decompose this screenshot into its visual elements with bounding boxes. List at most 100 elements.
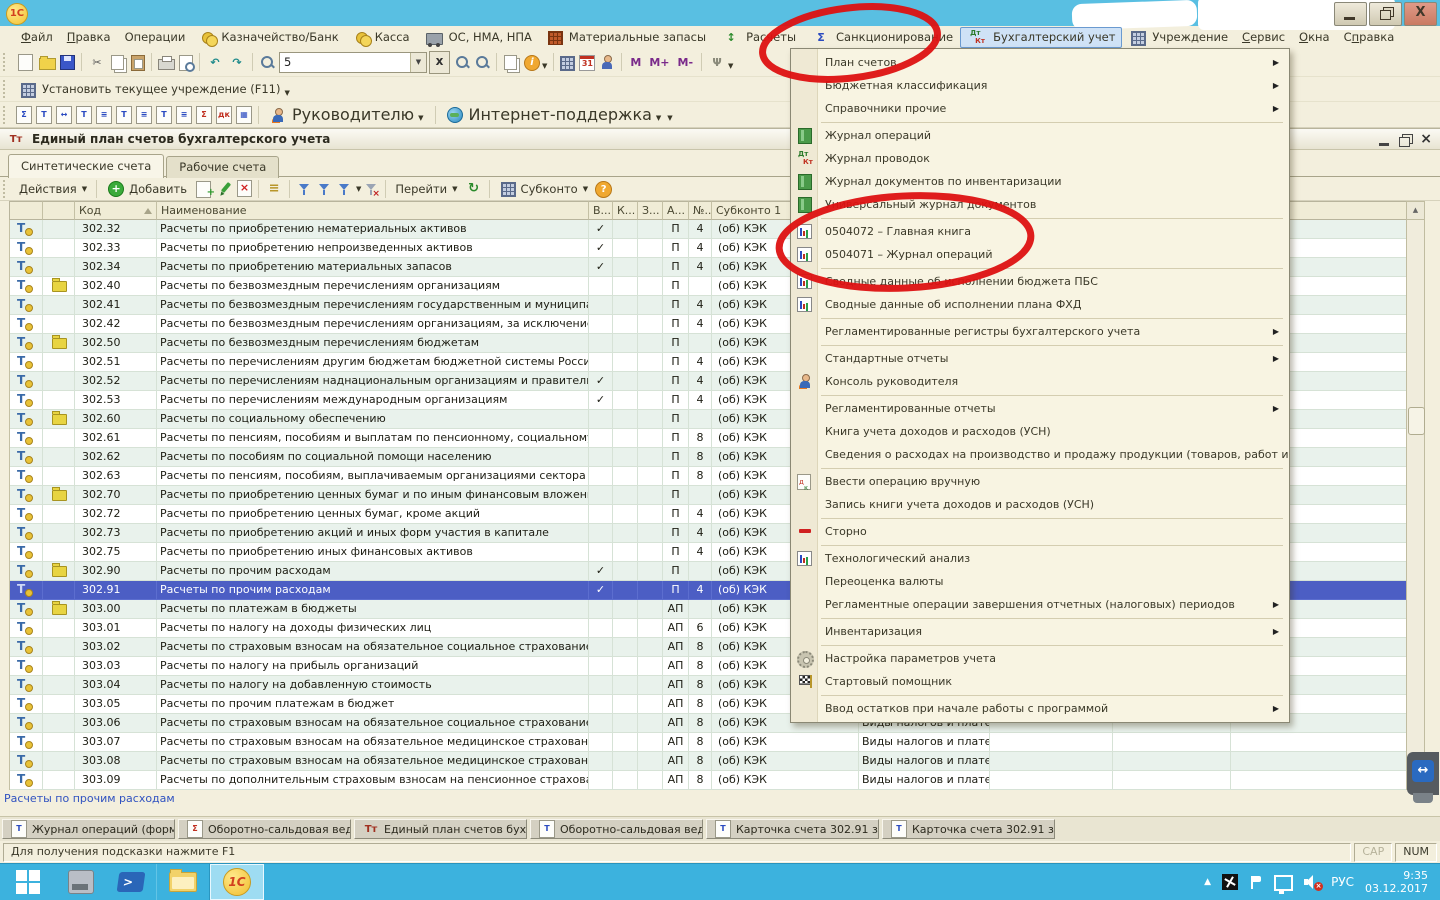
filter-set-icon[interactable] — [296, 181, 312, 197]
add-copy-icon[interactable] — [196, 181, 211, 198]
1c-taskbar-button[interactable]: 1С — [210, 864, 264, 900]
leader-reports-button[interactable]: Руководителю ▼ — [263, 104, 431, 125]
menu-item-универсальный-журнал-документов[interactable]: Универсальный журнал документов — [791, 193, 1289, 216]
window-minimize-icon[interactable] — [1379, 143, 1389, 146]
menu-item-сведения-о-расходах-на-производство-и-пр[interactable]: Сведения о расходах на производство и пр… — [791, 443, 1289, 466]
chevron-down-icon[interactable]: ▼ — [356, 185, 361, 193]
copy-icon[interactable] — [111, 55, 124, 70]
user-icon[interactable] — [599, 54, 615, 70]
vertical-scrollbar[interactable]: ▲ ▼ — [1406, 201, 1425, 790]
menu-санкционирование[interactable]: ΣСанкционирование — [803, 27, 960, 48]
menu-item-справочники-прочие[interactable]: Справочники прочие▶ — [791, 97, 1289, 120]
new-document-icon[interactable] — [18, 54, 33, 71]
report-list-move-icon[interactable]: ≡ — [176, 106, 192, 124]
report-user-list-icon[interactable]: ≡ — [96, 106, 112, 124]
tray-expand-icon[interactable]: ▲ — [1204, 877, 1211, 887]
menu-расчеты[interactable]: ↕Расчеты — [713, 27, 803, 48]
menu-item-запись-книги-учета-доходов-и-расходов-ус[interactable]: Запись книги учета доходов и расходов (У… — [791, 493, 1289, 516]
menu-операции[interactable]: Операции — [118, 28, 193, 46]
chevron-down-icon[interactable]: ▼ — [656, 114, 661, 122]
teamviewer-panel-handle[interactable] — [1407, 752, 1439, 795]
table-row[interactable]: 303.09Расчеты по дополнительным страховы… — [9, 771, 1406, 790]
report-dk-sum-icon[interactable]: Σ — [196, 106, 212, 124]
open-icon[interactable] — [39, 58, 56, 70]
undo-icon[interactable]: ↶ — [206, 54, 224, 71]
report-list-icon[interactable]: ≡ — [136, 106, 152, 124]
delete-icon[interactable]: × — [237, 180, 252, 197]
menu-item-журнал-документов-по-инвентаризации[interactable]: Журнал документов по инвентаризации — [791, 170, 1289, 193]
menu-item-журнал-операций[interactable]: Журнал операций — [791, 124, 1289, 147]
refresh-icon[interactable]: ↻ — [465, 180, 483, 197]
menu-item-ввести-операцию-вручную[interactable]: Ввести операцию вручную — [791, 470, 1289, 493]
toolbar-grip[interactable] — [3, 53, 8, 71]
close-button[interactable]: X — [1404, 2, 1437, 26]
menu-item-журнал-проводок[interactable]: Журнал проводок — [791, 147, 1289, 170]
report-dk-icon[interactable]: дк — [216, 106, 232, 124]
m-minus-button[interactable]: M- — [676, 54, 696, 71]
add-icon[interactable]: + — [108, 181, 124, 197]
set-current-institution-button[interactable]: Установить текущее учреждение (F11) ▼ — [14, 80, 297, 99]
menu-item-0504071-журнал-операций[interactable]: 0504071 – Журнал операций — [791, 243, 1289, 266]
actions-button[interactable]: Действия▼ — [14, 180, 92, 198]
find-prev-icon[interactable] — [474, 54, 490, 70]
subkonto-button[interactable]: Субконто▼ — [494, 178, 594, 199]
table-row[interactable]: 303.07Расчеты по страховым взносам на об… — [9, 733, 1406, 752]
toolbar-grip[interactable] — [3, 80, 8, 98]
report-sum-icon[interactable]: Σ — [16, 106, 32, 124]
menu-item-сводные-данные-об-исполнении-плана-фхд[interactable]: Сводные данные об исполнении плана ФХД — [791, 293, 1289, 316]
menu-ос-нма-нпа[interactable]: ОС, НМА, НПА — [417, 27, 539, 47]
paste-icon[interactable] — [131, 55, 145, 71]
menu-бухгалтерский-учет[interactable]: Бухгалтерский учет — [960, 27, 1122, 48]
open-window-button[interactable]: ТОборотно-сальдовая ведом... — [530, 819, 703, 839]
report-t-move-icon[interactable]: Т — [156, 106, 172, 124]
menu-файл[interactable]: Файл — [14, 28, 60, 46]
filter-icon[interactable] — [316, 181, 332, 197]
open-window-button[interactable]: ТКарточка счета 302.91 за 2... — [882, 819, 1055, 839]
column-header[interactable]: К... — [613, 201, 638, 220]
combobox-dropdown-icon[interactable]: ▼ — [410, 53, 426, 72]
menu-item-регламентированные-отчеты[interactable]: Регламентированные отчеты▶ — [791, 397, 1289, 420]
menu-item-0504072-главная-книга[interactable]: 0504072 – Главная книга — [791, 220, 1289, 243]
levels-icon[interactable]: ≡ — [265, 180, 283, 197]
menu-правка[interactable]: Правка — [60, 28, 118, 46]
teamviewer-tray-icon[interactable] — [1222, 874, 1238, 890]
menu-сервис[interactable]: Сервис — [1235, 28, 1292, 46]
open-window-button[interactable]: ТКарточка счета 302.91 за 2... — [706, 819, 879, 839]
report-chess-icon[interactable]: ▦ — [236, 106, 252, 124]
goto-button[interactable]: Перейти▼ — [390, 180, 462, 198]
m-button[interactable]: M — [628, 54, 643, 71]
chevron-down-icon[interactable]: ▼ — [285, 89, 290, 97]
menu-item-ввод-остатков-при-начале-работы-с-програ[interactable]: Ввод остатков при начале работы с програ… — [791, 697, 1289, 720]
scroll-up-icon[interactable]: ▲ — [1407, 202, 1424, 220]
menu-материальные-запасы[interactable]: Материальные запасы — [539, 27, 713, 47]
window-restore-icon[interactable] — [1399, 137, 1410, 147]
report-move-icon[interactable]: ↔ — [56, 106, 72, 124]
report-t2-icon[interactable]: Т — [116, 106, 132, 124]
column-header[interactable]: А... — [663, 201, 689, 220]
filter-menu-icon[interactable] — [336, 181, 352, 197]
start-button[interactable] — [0, 864, 56, 900]
menu-item-настройка-параметров-учета[interactable]: Настройка параметров учета — [791, 647, 1289, 670]
print-icon[interactable] — [158, 59, 175, 70]
table-row[interactable]: 303.08Расчеты по страховым взносам на об… — [9, 752, 1406, 771]
menu-item-переоценка-валюты[interactable]: Переоценка валюты — [791, 570, 1289, 593]
volume-muted-icon[interactable]: × — [1304, 875, 1320, 889]
cut-icon[interactable]: ✂ — [88, 54, 106, 71]
menu-item-книга-учета-доходов-и-расходов-усн-[interactable]: Книга учета доходов и расходов (УСН) — [791, 420, 1289, 443]
column-header[interactable]: Наименование — [157, 201, 589, 220]
toolbar-grip[interactable] — [3, 106, 8, 124]
powershell-button[interactable]: > — [106, 864, 156, 900]
open-window-button[interactable]: ТЖурнал операций (форма 0... — [2, 819, 175, 839]
minimize-button[interactable] — [1334, 2, 1367, 26]
menu-item-сторно[interactable]: Сторно — [791, 520, 1289, 543]
scrollbar-thumb[interactable] — [1408, 407, 1425, 435]
menu-item-бюджетная-классификация[interactable]: Бюджетная классификация▶ — [791, 74, 1289, 97]
menu-справка[interactable]: Справка — [1337, 28, 1402, 46]
clear-search-button[interactable]: x — [429, 51, 450, 74]
column-header[interactable]: №.. — [689, 201, 712, 220]
window-close-icon[interactable]: × — [1420, 132, 1432, 147]
language-indicator[interactable]: РУС — [1331, 875, 1354, 889]
redo-icon[interactable]: ↷ — [228, 54, 246, 71]
file-explorer-button[interactable] — [156, 864, 210, 900]
server-manager-button[interactable] — [56, 864, 106, 900]
